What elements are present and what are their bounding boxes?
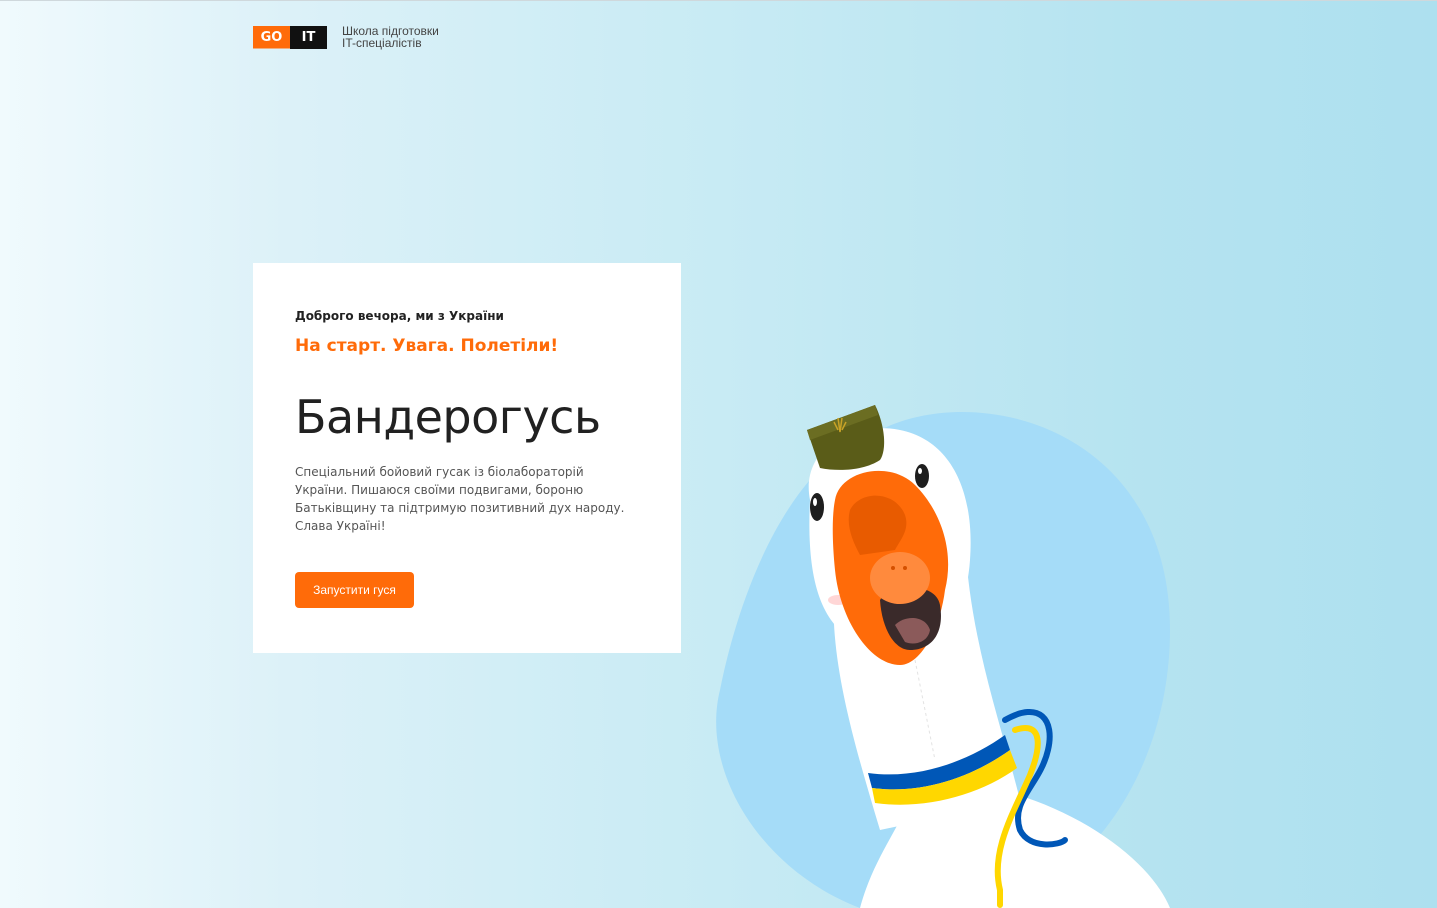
greeting-text: Доброго вечора, ми з України [295, 309, 504, 323]
tagline-line-2: IT-спеціалістів [342, 36, 422, 50]
logo-it: IT [290, 25, 327, 49]
goose-eye-left [810, 493, 824, 521]
top-border [0, 0, 1437, 1]
goit-logo[interactable]: GO IT [253, 25, 327, 49]
site-header: GO IT Школа підготовки IT-спеціалістів [253, 25, 439, 49]
page-title: Бандерогусь [295, 390, 601, 444]
launch-goose-button[interactable]: Запустити гуся [295, 572, 414, 608]
slogan-text: На старт. Увага. Полетіли! [295, 336, 559, 356]
hero-card: Доброго вечора, ми з України На старт. У… [253, 263, 681, 653]
school-tagline: Школа підготовки IT-спеціалістів [342, 25, 439, 49]
goose-eye-right [915, 464, 929, 488]
description-text: Спеціальний бойовий гусак із біолаборато… [295, 465, 625, 533]
goose-illustration [716, 405, 1170, 908]
logo-go: GO [253, 25, 290, 49]
